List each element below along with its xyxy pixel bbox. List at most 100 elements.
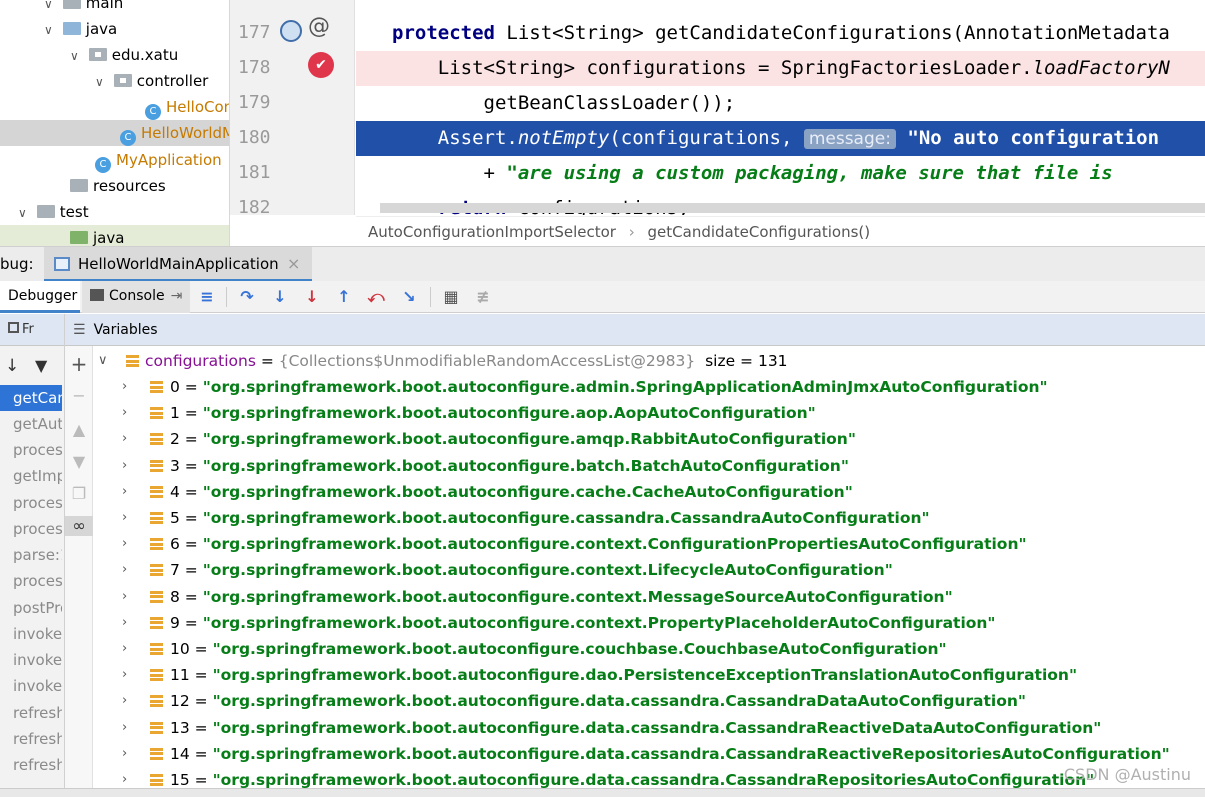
expand-icon[interactable]: › bbox=[122, 374, 127, 400]
expand-icon[interactable]: › bbox=[122, 741, 127, 767]
frame-item[interactable]: getAut bbox=[0, 411, 62, 437]
string-field-icon bbox=[150, 459, 163, 472]
expand-icon[interactable]: › bbox=[122, 715, 127, 741]
frame-item[interactable]: refresh bbox=[0, 726, 62, 752]
step-into-icon[interactable]: ↓ bbox=[270, 287, 290, 307]
editor-gutter: 177 178 179 180 181 182 @ ✔ bbox=[230, 0, 355, 215]
folder-icon bbox=[62, 0, 81, 9]
debug-toolbar: Debugger Console ⇥ ≡ ↷ ↓ ↓ ↑ ⤺ ↘ ▦ ≢ bbox=[0, 281, 1205, 313]
string-field-icon bbox=[150, 538, 163, 551]
debug-session-tab[interactable]: HelloWorldMainApplication × bbox=[44, 247, 312, 282]
remove-watch-icon[interactable]: − bbox=[69, 386, 89, 406]
step-out-icon[interactable]: ↑ bbox=[334, 287, 354, 307]
frame-item[interactable]: proces bbox=[0, 437, 62, 463]
tree-item-edu-xatu[interactable]: ∨ edu.xatu bbox=[70, 42, 178, 68]
force-step-into-icon[interactable]: ↓ bbox=[302, 287, 322, 307]
string-field-icon bbox=[150, 774, 163, 786]
frame-item[interactable]: getImp bbox=[0, 463, 62, 489]
class-icon: C bbox=[120, 130, 136, 146]
expand-icon[interactable]: › bbox=[122, 584, 127, 610]
expand-icon[interactable]: › bbox=[122, 505, 127, 531]
variables-header: ☰ Variables bbox=[65, 314, 1205, 346]
copy-icon[interactable]: ❐ bbox=[69, 484, 89, 504]
tab-console[interactable]: Console ⇥ bbox=[82, 281, 190, 313]
frame-item-selected[interactable]: getCan bbox=[0, 385, 62, 411]
frame-item[interactable]: proces bbox=[0, 568, 62, 594]
watches-toggle-icon[interactable]: ∞ bbox=[65, 516, 93, 536]
package-icon bbox=[88, 48, 107, 61]
drop-frame-icon[interactable]: ⤺ bbox=[366, 287, 386, 307]
override-icon[interactable]: @ bbox=[308, 14, 330, 39]
debug-tool-window-header: bug: HelloWorldMainApplication × bbox=[0, 246, 1205, 282]
show-execution-point-icon[interactable]: ≡ bbox=[197, 287, 217, 307]
expand-icon[interactable]: › bbox=[122, 557, 127, 583]
frames-panel: Fr ↓ ▼ getCan getAut proces getImp proce… bbox=[0, 314, 65, 797]
frame-item[interactable]: postPro bbox=[0, 595, 62, 621]
close-icon[interactable]: × bbox=[287, 254, 300, 273]
run-to-cursor-icon[interactable]: ↘ bbox=[399, 287, 419, 307]
collapse-icon[interactable]: ∨ bbox=[98, 348, 108, 374]
code-line-180-current: Assert.notEmpty(configurations, message:… bbox=[356, 121, 1205, 156]
tree-item-resources[interactable]: resources bbox=[70, 173, 166, 199]
expand-icon[interactable]: › bbox=[122, 426, 127, 452]
package-icon bbox=[113, 74, 132, 87]
tree-item-myapplication[interactable]: C MyApplication bbox=[95, 147, 222, 173]
implements-icon[interactable] bbox=[280, 20, 302, 42]
expand-icon[interactable]: › bbox=[122, 479, 127, 505]
frame-item[interactable]: refresh bbox=[0, 752, 62, 778]
string-field-icon bbox=[150, 433, 163, 446]
expand-icon[interactable]: › bbox=[122, 400, 127, 426]
sort-down-icon[interactable]: ↓ bbox=[5, 356, 19, 376]
frame-item[interactable]: proces bbox=[0, 516, 62, 542]
string-field-icon bbox=[150, 669, 163, 682]
breakpoint-icon[interactable]: ✔ bbox=[308, 52, 334, 78]
breadcrumb: AutoConfigurationImportSelector › getCan… bbox=[356, 216, 1205, 246]
tree-item-java[interactable]: ∨ java bbox=[44, 16, 117, 42]
trace-icon[interactable]: ≢ bbox=[473, 287, 493, 307]
evaluate-expression-icon[interactable]: ▦ bbox=[441, 287, 461, 307]
step-over-icon[interactable]: ↷ bbox=[237, 287, 257, 307]
breadcrumb-method[interactable]: getCandidateConfigurations() bbox=[648, 223, 871, 241]
expand-icon[interactable]: › bbox=[122, 453, 127, 479]
tab-debugger[interactable]: Debugger bbox=[0, 281, 80, 313]
string-field-icon bbox=[150, 747, 163, 760]
pin-icon: ⇥ bbox=[170, 288, 183, 304]
class-icon: C bbox=[145, 104, 161, 120]
string-field-icon bbox=[150, 695, 163, 708]
move-up-icon[interactable]: ▲ bbox=[69, 420, 89, 440]
tree-item-helloworldmain[interactable]: C HelloWorldM bbox=[0, 120, 229, 146]
tree-item-test-java[interactable]: java bbox=[0, 225, 229, 246]
expand-icon[interactable]: › bbox=[122, 662, 127, 688]
source-folder-icon bbox=[62, 22, 81, 35]
frame-item[interactable]: refresh bbox=[0, 700, 62, 726]
frame-item[interactable]: invoke bbox=[0, 647, 62, 673]
frame-item[interactable]: parse:1 bbox=[0, 542, 62, 568]
list-icon bbox=[126, 355, 139, 367]
expand-icon[interactable]: › bbox=[122, 531, 127, 557]
resources-folder-icon bbox=[70, 179, 88, 192]
code-line-181: + "are using a custom packaging, make su… bbox=[392, 162, 1113, 184]
frame-item[interactable]: proces bbox=[0, 490, 62, 516]
tree-item-test[interactable]: ∨ test bbox=[18, 199, 89, 225]
watermark: CSDN @Austinu bbox=[1063, 765, 1191, 784]
move-down-icon[interactable]: ▼ bbox=[69, 452, 89, 472]
variables-icon: ☰ bbox=[73, 322, 86, 338]
filter-icon[interactable]: ▼ bbox=[35, 356, 47, 375]
tree-item-hellocontroller[interactable]: C HelloCon bbox=[145, 94, 229, 120]
string-field-icon bbox=[150, 721, 163, 734]
new-watch-icon[interactable]: + bbox=[69, 354, 89, 374]
line-number: 179 bbox=[238, 92, 271, 113]
string-field-icon bbox=[150, 407, 163, 420]
breadcrumb-class[interactable]: AutoConfigurationImportSelector bbox=[368, 223, 616, 241]
parameter-hint: message: bbox=[803, 129, 896, 149]
frame-item[interactable]: invoke bbox=[0, 673, 62, 699]
code-editor[interactable]: protected List<String> getCandidateConfi… bbox=[356, 0, 1205, 215]
expand-icon[interactable]: › bbox=[122, 610, 127, 636]
code-line-178: List<String> configurations = SpringFact… bbox=[356, 51, 1205, 86]
tree-item-controller[interactable]: ∨ controller bbox=[95, 68, 208, 94]
expand-icon[interactable]: › bbox=[122, 688, 127, 714]
frame-item[interactable]: invoke bbox=[0, 621, 62, 647]
editor-horizontal-scrollbar[interactable] bbox=[380, 203, 1205, 213]
tree-item-main[interactable]: ∨ main bbox=[44, 0, 123, 16]
expand-icon[interactable]: › bbox=[122, 636, 127, 662]
